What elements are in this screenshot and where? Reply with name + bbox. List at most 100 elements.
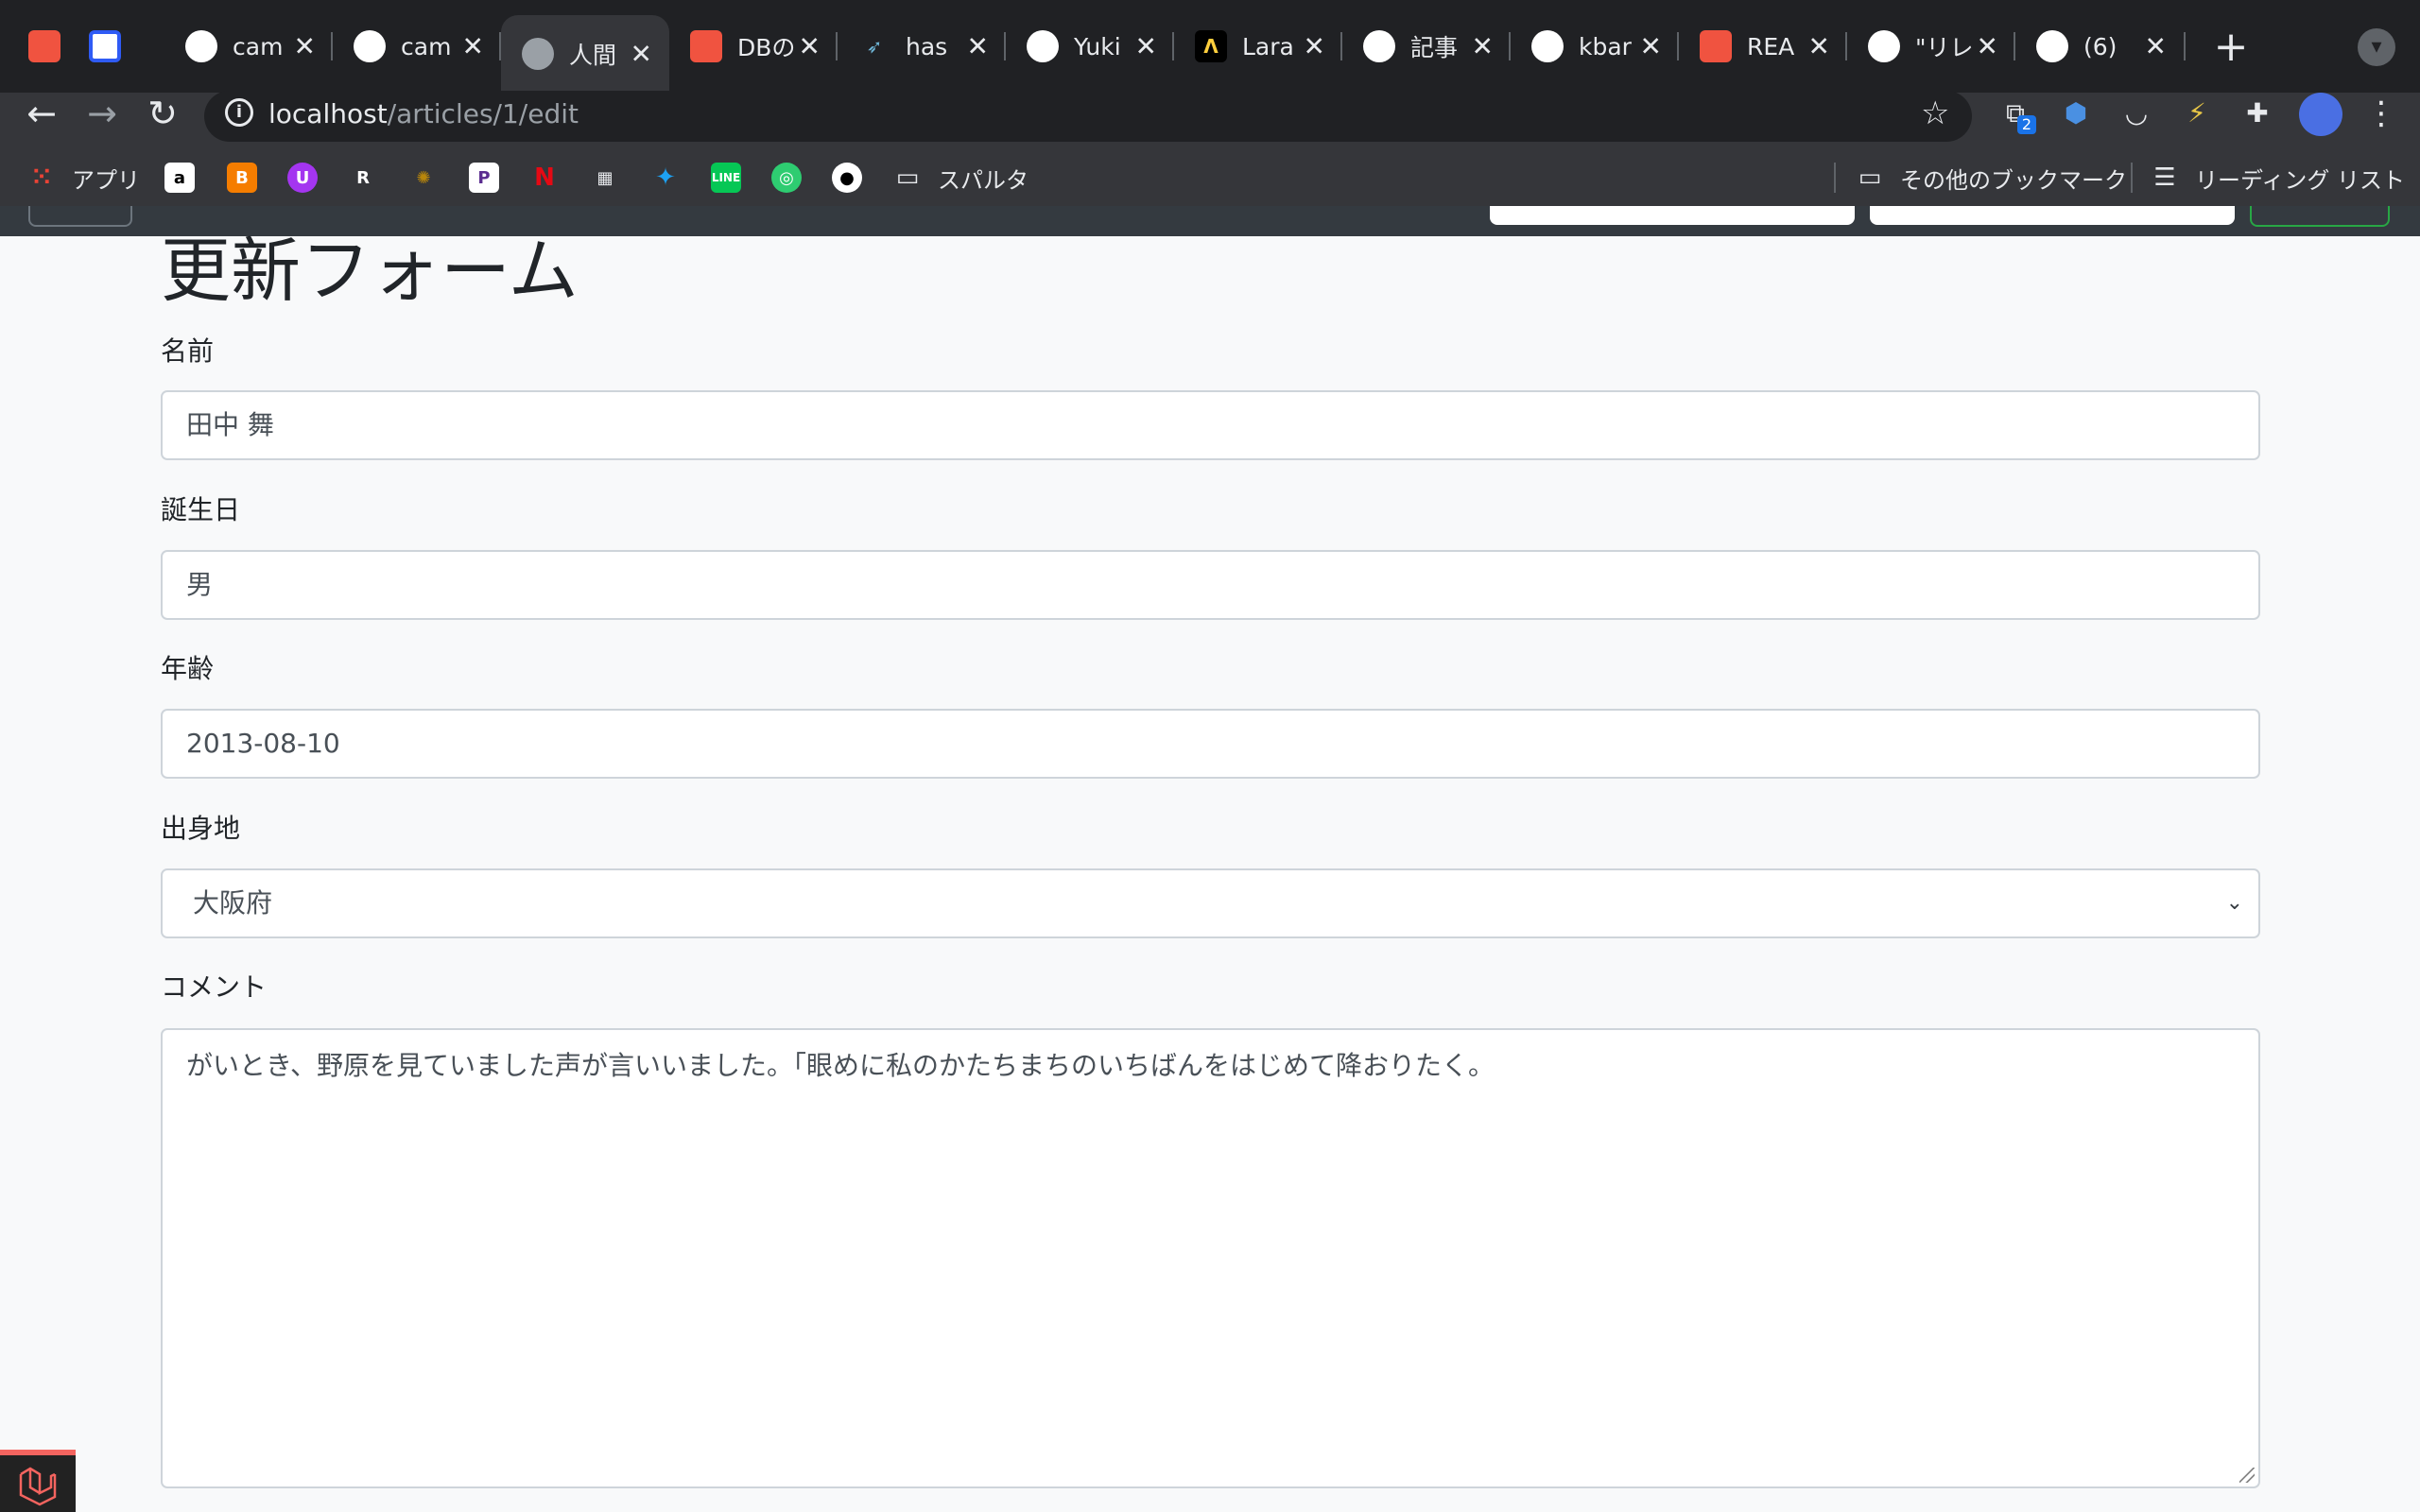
browser-tab-title: 記事 [1410,34,1459,61]
browser-tab-title: DBの [737,34,796,61]
bookmark-blogger[interactable]: B [227,157,257,198]
browser-tab-title: cam [233,32,284,60]
laravel-icon [690,30,722,62]
extensions-puzzle-icon[interactable]: ✚ [2238,94,2276,132]
bookmark-udemy[interactable]: U [287,157,318,198]
close-tab-icon[interactable]: ✕ [1472,31,1494,62]
bookmark-github[interactable]: ● [832,157,862,198]
bookmark-separator [1834,163,1836,193]
site-info-icon[interactable]: i [225,98,253,127]
hummingbird-icon: ➶ [866,35,883,58]
tab-separator [1172,32,1174,60]
browser-menu-icon[interactable]: ⋮ [2365,94,2397,132]
line-icon: LINE [711,163,741,193]
close-tab-icon[interactable]: ✕ [462,31,484,62]
close-tab-icon[interactable]: ✕ [1640,31,1662,62]
browser-tab[interactable]: cam ✕ [164,17,333,76]
browser-tab[interactable]: Yuki ✕ [1006,17,1174,76]
laracasts-icon: Λ [1195,30,1227,62]
birthday-input[interactable]: 男 [161,550,2260,620]
browser-tab[interactable]: kbar ✕ [1511,17,1679,76]
bookmark-netflix[interactable]: N [529,157,560,198]
navbar-success-button[interactable] [2250,206,2390,227]
bookmarks-bar: ⁙ アプリ a B U R ✺ P N ▦ ✦ LINE ◎ ● ▭ スパルタ … [0,157,2420,198]
navbar-toggle-button[interactable] [28,206,132,227]
url-host: localhost [268,98,388,129]
bookmark-r[interactable]: R [348,157,378,198]
tab-separator [2184,32,2186,60]
bookmark-line[interactable]: LINE [711,157,741,198]
resize-handle[interactable] [2239,1468,2255,1483]
pocket-extension-icon[interactable]: ◡ [2118,94,2155,132]
hometown-label: 出身地 [161,813,241,844]
green-circle-icon: ◎ [771,163,802,193]
tab-search-icon[interactable]: ▾ [2358,28,2395,66]
laravel-icon [1700,30,1732,62]
extension-tab-icon[interactable]: ⧉ 2 [1996,94,2036,134]
graduation-cap-extension-icon[interactable]: ⬢ [2057,94,2095,132]
folder-icon: ▭ [1858,163,1882,192]
bookmark-apps-label: アプリ [72,166,140,194]
close-tab-icon[interactable]: ✕ [294,31,316,62]
browser-tab-title: REA [1747,32,1795,60]
navbar-input-1[interactable] [1490,206,1855,225]
p-logo-icon: P [469,163,499,193]
bookmark-green-circle[interactable]: ◎ [771,157,802,198]
close-tab-icon[interactable]: ✕ [1808,31,1830,62]
close-tab-icon[interactable]: ✕ [631,39,652,70]
tab-separator [2014,32,2015,60]
other-bookmarks[interactable]: ▭ その他のブックマーク [1855,157,2127,198]
comment-label: コメント [161,971,268,1003]
bookmark-emblem[interactable]: ✺ [408,157,439,198]
browser-tab[interactable]: 人間 ✕ [501,15,669,93]
address-url[interactable]: localhost/articles/1/edit [268,98,579,129]
browser-tab[interactable]: REA ✕ [1679,17,1847,76]
browser-tab[interactable]: (6) ✕ [2015,17,2184,76]
laravel-icon [19,1467,57,1506]
browser-tab[interactable] [8,17,68,76]
close-tab-icon[interactable]: ✕ [2145,31,2167,62]
comment-textarea[interactable]: がいとき、野原を見ていました声が言いいました。「眼めに私のかたちまちのいちばんを… [161,1028,2260,1488]
bolt-extension-icon[interactable]: ⚡ [2178,94,2216,132]
close-tab-icon[interactable]: ✕ [1135,31,1157,62]
close-tab-icon[interactable]: ✕ [799,31,821,62]
browser-tab[interactable] [68,17,129,76]
bookmark-kanji[interactable]: ▦ [590,157,620,198]
browser-tab[interactable]: "リレ ✕ [1847,17,2015,76]
age-input[interactable]: 2013-08-10 [161,709,2260,779]
bookmark-apps[interactable]: ⁙ アプリ [26,157,140,198]
browser-tab[interactable]: DBの ✕ [669,17,838,76]
bookmark-twitter[interactable]: ✦ [650,157,681,198]
github-icon [185,30,217,62]
reading-list[interactable]: ☰ リーディング リスト [2150,157,2405,198]
age-label: 年齢 [161,653,215,684]
forward-button[interactable]: → [79,91,125,136]
bookmark-folder-sparta[interactable]: ▭ スパルタ [892,157,1028,198]
github-icon [1027,30,1059,62]
close-tab-icon[interactable]: ✕ [1304,31,1325,62]
tab-separator [1340,32,1342,60]
hometown-select[interactable]: 大阪府 ⌄ [161,868,2260,938]
bookmark-amazon[interactable]: a [164,157,195,198]
close-tab-icon[interactable]: ✕ [967,31,989,62]
reload-button[interactable]: ↻ [140,91,185,136]
laravel-debugbar-toggle[interactable] [0,1450,76,1512]
birthday-label: 誕生日 [161,494,241,525]
github-icon [2036,30,2068,62]
new-tab-button[interactable]: + [2208,25,2254,70]
back-button[interactable]: ← [19,91,64,136]
bookmark-star-icon[interactable]: ☆ [1921,94,1949,132]
close-tab-icon[interactable]: ✕ [1977,31,1998,62]
name-input[interactable]: 田中 舞 [161,390,2260,460]
url-path: /articles/1/edit [387,98,579,129]
bookmark-separator [2131,163,2133,193]
browser-tab[interactable]: 記事 ✕ [1342,17,1511,76]
browser-tab-title: has [906,32,948,60]
tab-separator [1677,32,1679,60]
browser-tab[interactable]: cam ✕ [333,17,501,76]
navbar-input-2[interactable] [1870,206,2235,225]
browser-tab[interactable]: ➶ has ✕ [838,17,1006,76]
profile-avatar[interactable] [2299,93,2342,136]
bookmark-p[interactable]: P [469,157,499,198]
browser-tab[interactable]: Λ Lara ✕ [1174,17,1342,76]
